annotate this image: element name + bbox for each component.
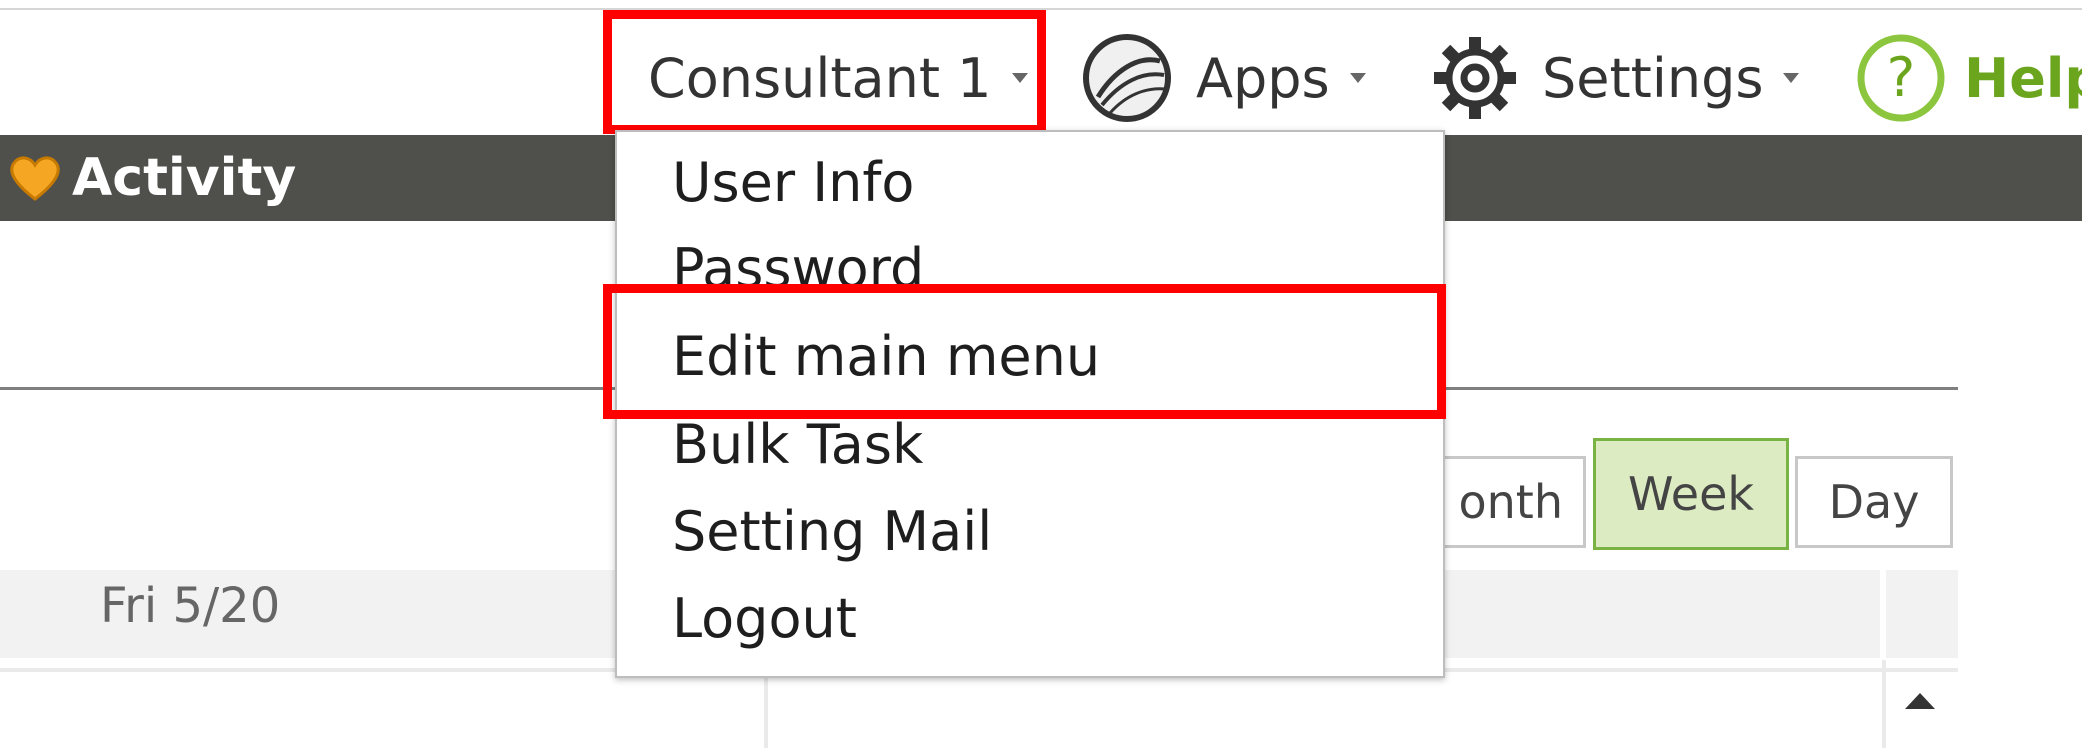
menu-item-bulk-task[interactable]: Bulk Task [672, 410, 923, 480]
settings-menu-button[interactable]: Settings [1430, 22, 1800, 134]
view-day-button[interactable]: Day [1795, 456, 1953, 548]
day-header-row-end [1886, 570, 1958, 658]
heart-icon [10, 156, 60, 201]
chevron-down-icon [1349, 73, 1366, 83]
apps-label: Apps [1196, 46, 1330, 110]
svg-text:?: ? [1887, 46, 1916, 109]
nav-item-activity-label: Activity [72, 148, 297, 208]
settings-label: Settings [1542, 46, 1764, 110]
top-border [0, 0, 2082, 10]
view-week-label: Week [1627, 467, 1755, 521]
apps-menu-button[interactable]: Apps [1080, 22, 1366, 134]
help-label: Help [1964, 46, 2082, 110]
triangle-up-icon[interactable] [1905, 693, 1935, 709]
scrollbar-track [1882, 660, 1886, 748]
chevron-down-icon [1783, 73, 1800, 83]
menu-item-setting-mail[interactable]: Setting Mail [672, 497, 992, 567]
column-separator [764, 672, 768, 748]
view-day-label: Day [1828, 475, 1920, 529]
edit-main-menu-highlight [603, 284, 1446, 419]
question-circle-icon: ? [1857, 34, 1945, 122]
view-week-button[interactable]: Week [1593, 438, 1789, 550]
day-header-label: Fri 5/20 [100, 578, 281, 634]
view-month-label: onth [1458, 475, 1564, 529]
menu-item-user-info[interactable]: User Info [672, 148, 914, 218]
menu-item-logout[interactable]: Logout [672, 584, 857, 654]
user-menu-label: Consultant 1 [648, 46, 992, 110]
globe-icon [1083, 34, 1171, 122]
help-button[interactable]: ? Help [1856, 22, 2082, 134]
chevron-down-icon [1011, 73, 1028, 83]
user-menu-button[interactable]: Consultant 1 [648, 22, 1028, 134]
gear-icon [1434, 37, 1516, 119]
nav-item-activity[interactable]: Activity [6, 140, 296, 216]
